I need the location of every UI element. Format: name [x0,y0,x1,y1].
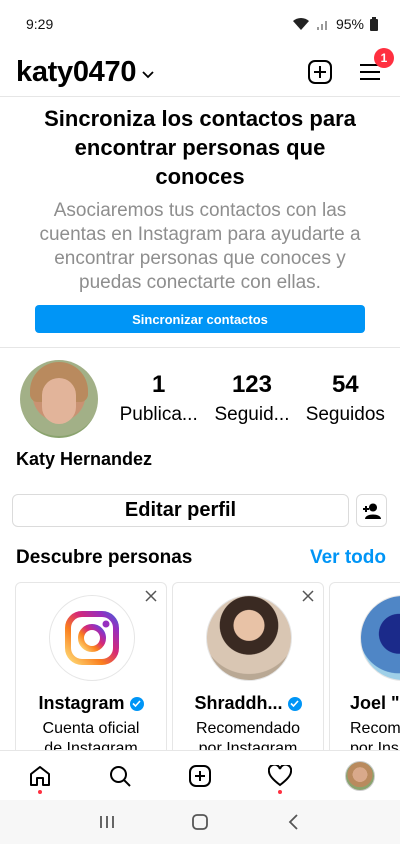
notification-badge: 1 [374,48,394,68]
suggestion-name-row: Joel " [350,693,400,713]
discover-title: Descubre personas [16,547,193,568]
home-square-icon [192,814,208,830]
home-notification-dot [38,789,42,794]
edit-profile-button[interactable]: Editar perfil [12,494,349,527]
see-all-link[interactable]: Ver todo [310,547,386,569]
close-icon[interactable] [301,589,315,603]
status-bar: 9:29 95% [0,0,400,48]
home-system-button[interactable] [180,807,220,837]
plus-square-icon [308,60,332,84]
add-person-icon [362,503,381,519]
username-switcher[interactable]: katy0470 [16,56,136,89]
profile-full-name: Katy Hernandez [16,449,153,469]
profile-stats: 1 Publica... 123 Seguid... 54 Seguidos [112,370,392,430]
suggestion-subtitle: Recom por Ins [350,720,400,750]
nav-home[interactable] [20,756,60,796]
nav-profile[interactable] [340,756,380,796]
sync-description: Asociaremos tus contactos con las cuenta… [39,200,361,293]
close-icon[interactable] [144,589,158,603]
suggestion-subtitle: Cuenta oficial de Instagram [42,720,140,750]
recent-apps-button[interactable] [87,807,127,837]
stat-following[interactable]: 54 Seguidos [299,370,391,430]
create-post-button[interactable] [306,58,334,86]
suggestion-card[interactable]: Instagram Cuenta oficial de Instagram [15,582,167,750]
sync-title: Sincroniza los contactos para encontrar … [44,106,356,189]
stat-followers[interactable]: 123 Seguid... [206,370,298,430]
nav-activity[interactable] [260,756,300,796]
header-divider [0,96,400,97]
plus-square-icon [189,764,211,787]
sync-contacts-button[interactable]: Sincronizar contactos [35,305,365,333]
activity-notification-dot [278,789,282,794]
home-icon [30,765,50,786]
search-icon [110,765,131,787]
back-system-button[interactable] [273,807,313,837]
instagram-logo-icon [65,611,119,665]
verified-badge-icon [287,696,302,711]
wifi-icon [292,17,310,31]
profile-avatar[interactable] [20,360,98,438]
suggestion-cards: Instagram Cuenta oficial de Instagram Sh… [15,582,400,750]
suggestion-avatar[interactable] [206,595,292,681]
profile-header: katy0470 1 [0,48,400,96]
bottom-nav [0,750,400,800]
suggestion-card[interactable]: Shraddh... Recomendado por Instagram [172,582,324,750]
back-chevron-icon [289,814,298,830]
profile-avatar-small [345,760,375,791]
nav-create[interactable] [180,756,220,796]
verified-badge-icon [129,696,144,711]
discover-header: Descubre personas Ver todo [16,547,386,569]
instagram-logo-avatar[interactable] [49,595,135,681]
suggestion-name-row: Instagram [16,693,166,714]
battery-percent: 95% [335,16,364,32]
stat-posts[interactable]: 1 Publica... [113,370,205,430]
system-nav-bar [0,800,400,844]
nav-search[interactable] [100,756,140,796]
battery-icon [370,17,378,31]
signal-icon [316,17,330,31]
chevron-down-icon[interactable] [142,66,154,84]
status-icons: 95% [292,16,378,32]
suggestion-subtitle: Recomendado por Instagram [195,720,301,750]
suggestion-avatar[interactable] [360,595,400,681]
recent-apps-icon [99,816,114,828]
menu-button[interactable]: 1 [356,48,394,86]
heart-icon [268,764,292,786]
status-time: 9:29 [26,16,54,32]
suggestion-name-row: Shraddh... [173,693,323,714]
sync-divider [0,347,400,348]
discover-people-button[interactable] [356,494,387,527]
suggestion-card[interactable]: Joel " Recom por Ins [329,582,400,750]
sync-contacts-card: Sincroniza los contactos para encontrar … [0,104,400,333]
